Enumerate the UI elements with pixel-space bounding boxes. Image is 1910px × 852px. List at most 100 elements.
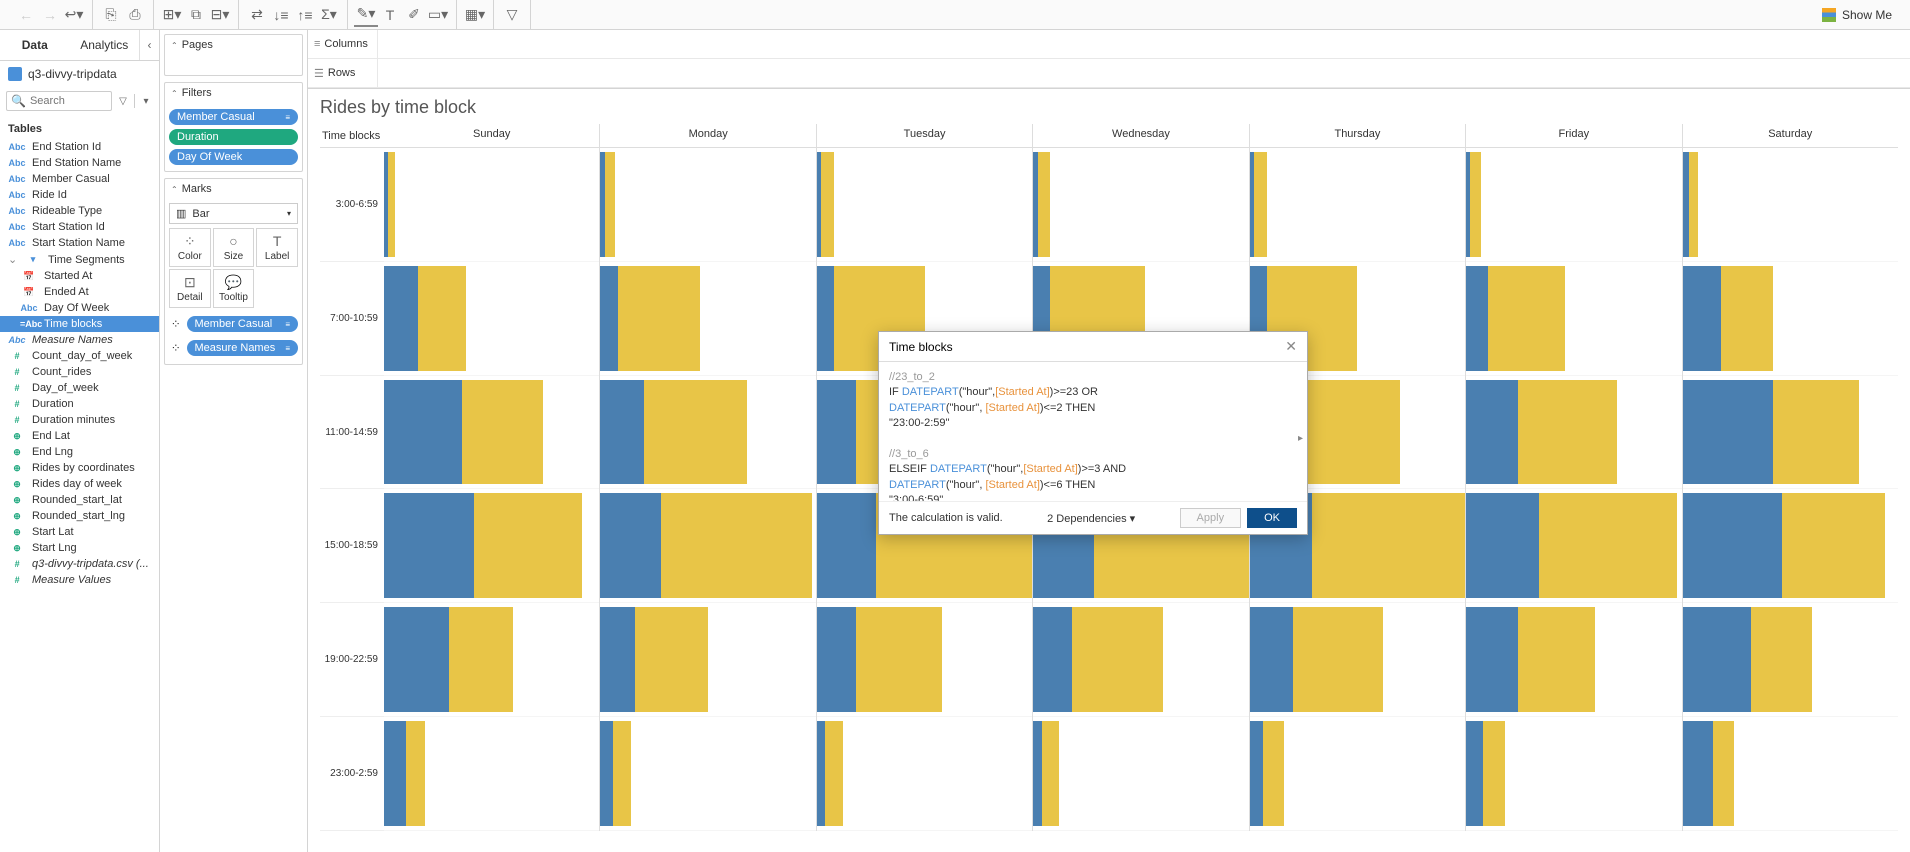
forward-button[interactable]: → [38, 3, 62, 27]
bar-segment-member[interactable] [1713, 721, 1735, 826]
calc-title-input[interactable] [889, 340, 1285, 354]
field-start-station-id[interactable]: AbcStart Station Id [0, 219, 159, 235]
bar-row[interactable] [600, 489, 815, 603]
bar-segment-casual[interactable] [384, 721, 406, 826]
bar-row[interactable] [600, 148, 815, 262]
bar-row[interactable] [1250, 603, 1465, 717]
bar-segment-member[interactable] [474, 493, 582, 598]
show-hide-cards-button[interactable]: ▦▾ [463, 3, 487, 27]
field-rounded-start-lng[interactable]: ⊕Rounded_start_lng [0, 508, 159, 524]
bar-segment-casual[interactable] [1683, 721, 1713, 826]
bar-row[interactable] [1033, 148, 1248, 262]
bar-segment-member[interactable] [613, 721, 630, 826]
field-count-rides[interactable]: #Count_rides [0, 364, 159, 380]
bar-segment-member[interactable] [388, 152, 394, 257]
expand-icon[interactable]: ▸ [1298, 432, 1303, 446]
field-started-at[interactable]: 📅Started At [0, 268, 159, 284]
bar-segment-casual[interactable] [1466, 266, 1488, 371]
field-measure-names[interactable]: AbcMeasure Names [0, 332, 159, 348]
bar-segment-member[interactable] [1483, 721, 1505, 826]
bar-segment-member[interactable] [618, 266, 700, 371]
bar-row[interactable] [384, 717, 599, 831]
field-ended-at[interactable]: 📅Ended At [0, 284, 159, 300]
bar-segment-member[interactable] [821, 152, 834, 257]
bar-segment-member[interactable] [462, 380, 544, 485]
bar-segment-casual[interactable] [384, 493, 474, 598]
mark-color-button[interactable]: ⁘Color [169, 228, 211, 267]
bar-segment-casual[interactable] [817, 607, 856, 712]
bar-row[interactable] [1466, 489, 1681, 603]
calc-editor[interactable]: ▸ //23_to_2IF DATEPART("hour",[Started A… [879, 361, 1307, 501]
bar-segment-member[interactable] [661, 493, 812, 598]
bar-row[interactable] [817, 603, 1032, 717]
field-start-lng[interactable]: ⊕Start Lng [0, 540, 159, 556]
field-menu-button[interactable]: ▾ [139, 94, 153, 108]
bar-segment-member[interactable] [1470, 152, 1481, 257]
bar-segment-member[interactable] [1488, 266, 1566, 371]
field-end-station-name[interactable]: AbcEnd Station Name [0, 155, 159, 171]
bar-segment-casual[interactable] [600, 266, 617, 371]
bar-row[interactable] [600, 262, 815, 376]
bar-row[interactable] [1250, 148, 1465, 262]
presentation-button[interactable]: ▽ [500, 3, 524, 27]
field-measure-values[interactable]: #Measure Values [0, 572, 159, 588]
bar-row[interactable] [1033, 603, 1248, 717]
new-worksheet-button[interactable]: ⊞▾ [160, 3, 184, 27]
bar-segment-casual[interactable] [1033, 721, 1042, 826]
bar-row[interactable] [1683, 262, 1898, 376]
bar-segment-member[interactable] [1293, 607, 1383, 712]
field-rounded-start-lat[interactable]: ⊕Rounded_start_lat [0, 492, 159, 508]
bar-row[interactable] [1683, 717, 1898, 831]
bar-segment-casual[interactable] [600, 607, 634, 712]
bar-segment-member[interactable] [1293, 380, 1401, 485]
new-datasource-button[interactable]: ⎘ [99, 3, 123, 27]
totals-button[interactable]: Σ▾ [317, 3, 341, 27]
bar-segment-casual[interactable] [817, 380, 856, 485]
field-count-day-of-week[interactable]: #Count_day_of_week [0, 348, 159, 364]
search-input-wrapper[interactable]: 🔍 [6, 91, 112, 111]
bar-segment-casual[interactable] [1250, 721, 1263, 826]
field-duration[interactable]: #Duration [0, 396, 159, 412]
swap-button[interactable]: ⇄ [245, 3, 269, 27]
bar-segment-casual[interactable] [1466, 380, 1518, 485]
field-member-casual[interactable]: AbcMember Casual [0, 171, 159, 187]
collapse-sidebar-button[interactable]: ‹ [139, 30, 159, 60]
close-icon[interactable]: ✕ [1285, 338, 1297, 355]
bar-segment-member[interactable] [418, 266, 465, 371]
shelf-pill-cnt-started-at-[interactable]: CNT(Started At) [488, 36, 586, 52]
back-button[interactable]: ← [14, 3, 38, 27]
search-input[interactable] [30, 95, 107, 107]
field-rides-by-coordinates[interactable]: ⊕Rides by coordinates [0, 460, 159, 476]
field-rides-day-of-week[interactable]: ⊕Rides day of week [0, 476, 159, 492]
bar-segment-casual[interactable] [1683, 266, 1722, 371]
bar-segment-member[interactable] [1072, 607, 1162, 712]
bar-row[interactable] [1466, 148, 1681, 262]
field-start-lat[interactable]: ⊕Start Lat [0, 524, 159, 540]
bar-segment-member[interactable] [1254, 152, 1267, 257]
field-end-lng[interactable]: ⊕End Lng [0, 444, 159, 460]
shelf-pill-day-of-week[interactable]: ▢Day Of Week [384, 36, 482, 52]
field-ride-id[interactable]: AbcRide Id [0, 187, 159, 203]
bar-row[interactable] [384, 148, 599, 262]
duplicate-button[interactable]: ⧉ [184, 3, 208, 27]
bar-segment-member[interactable] [1773, 380, 1859, 485]
field-duration-minutes[interactable]: #Duration minutes [0, 412, 159, 428]
bar-row[interactable] [384, 376, 599, 490]
bar-segment-casual[interactable] [600, 721, 613, 826]
field-rideable-type[interactable]: AbcRideable Type [0, 203, 159, 219]
filter-pill-duration[interactable]: Duration [169, 129, 298, 145]
shelf-pill-time-blocks[interactable]: Time blocks [384, 65, 462, 81]
bar-segment-member[interactable] [1782, 493, 1885, 598]
bar-segment-member[interactable] [1312, 493, 1465, 598]
field-q3-divvy-tripdata-csv-[interactable]: #q3-divvy-tripdata.csv (... [0, 556, 159, 572]
sort-desc-button[interactable]: ↑≡ [293, 3, 317, 27]
bar-row[interactable] [1683, 376, 1898, 490]
bar-row[interactable] [1033, 717, 1248, 831]
bar-segment-member[interactable] [635, 607, 708, 712]
bar-segment-member[interactable] [1751, 607, 1811, 712]
tab-analytics[interactable]: Analytics [70, 30, 140, 60]
tab-data[interactable]: Data [0, 30, 70, 60]
bar-segment-casual[interactable] [817, 493, 876, 598]
mark-type-select[interactable]: ▥ Bar ▾ [169, 203, 298, 224]
bar-row[interactable] [1466, 262, 1681, 376]
